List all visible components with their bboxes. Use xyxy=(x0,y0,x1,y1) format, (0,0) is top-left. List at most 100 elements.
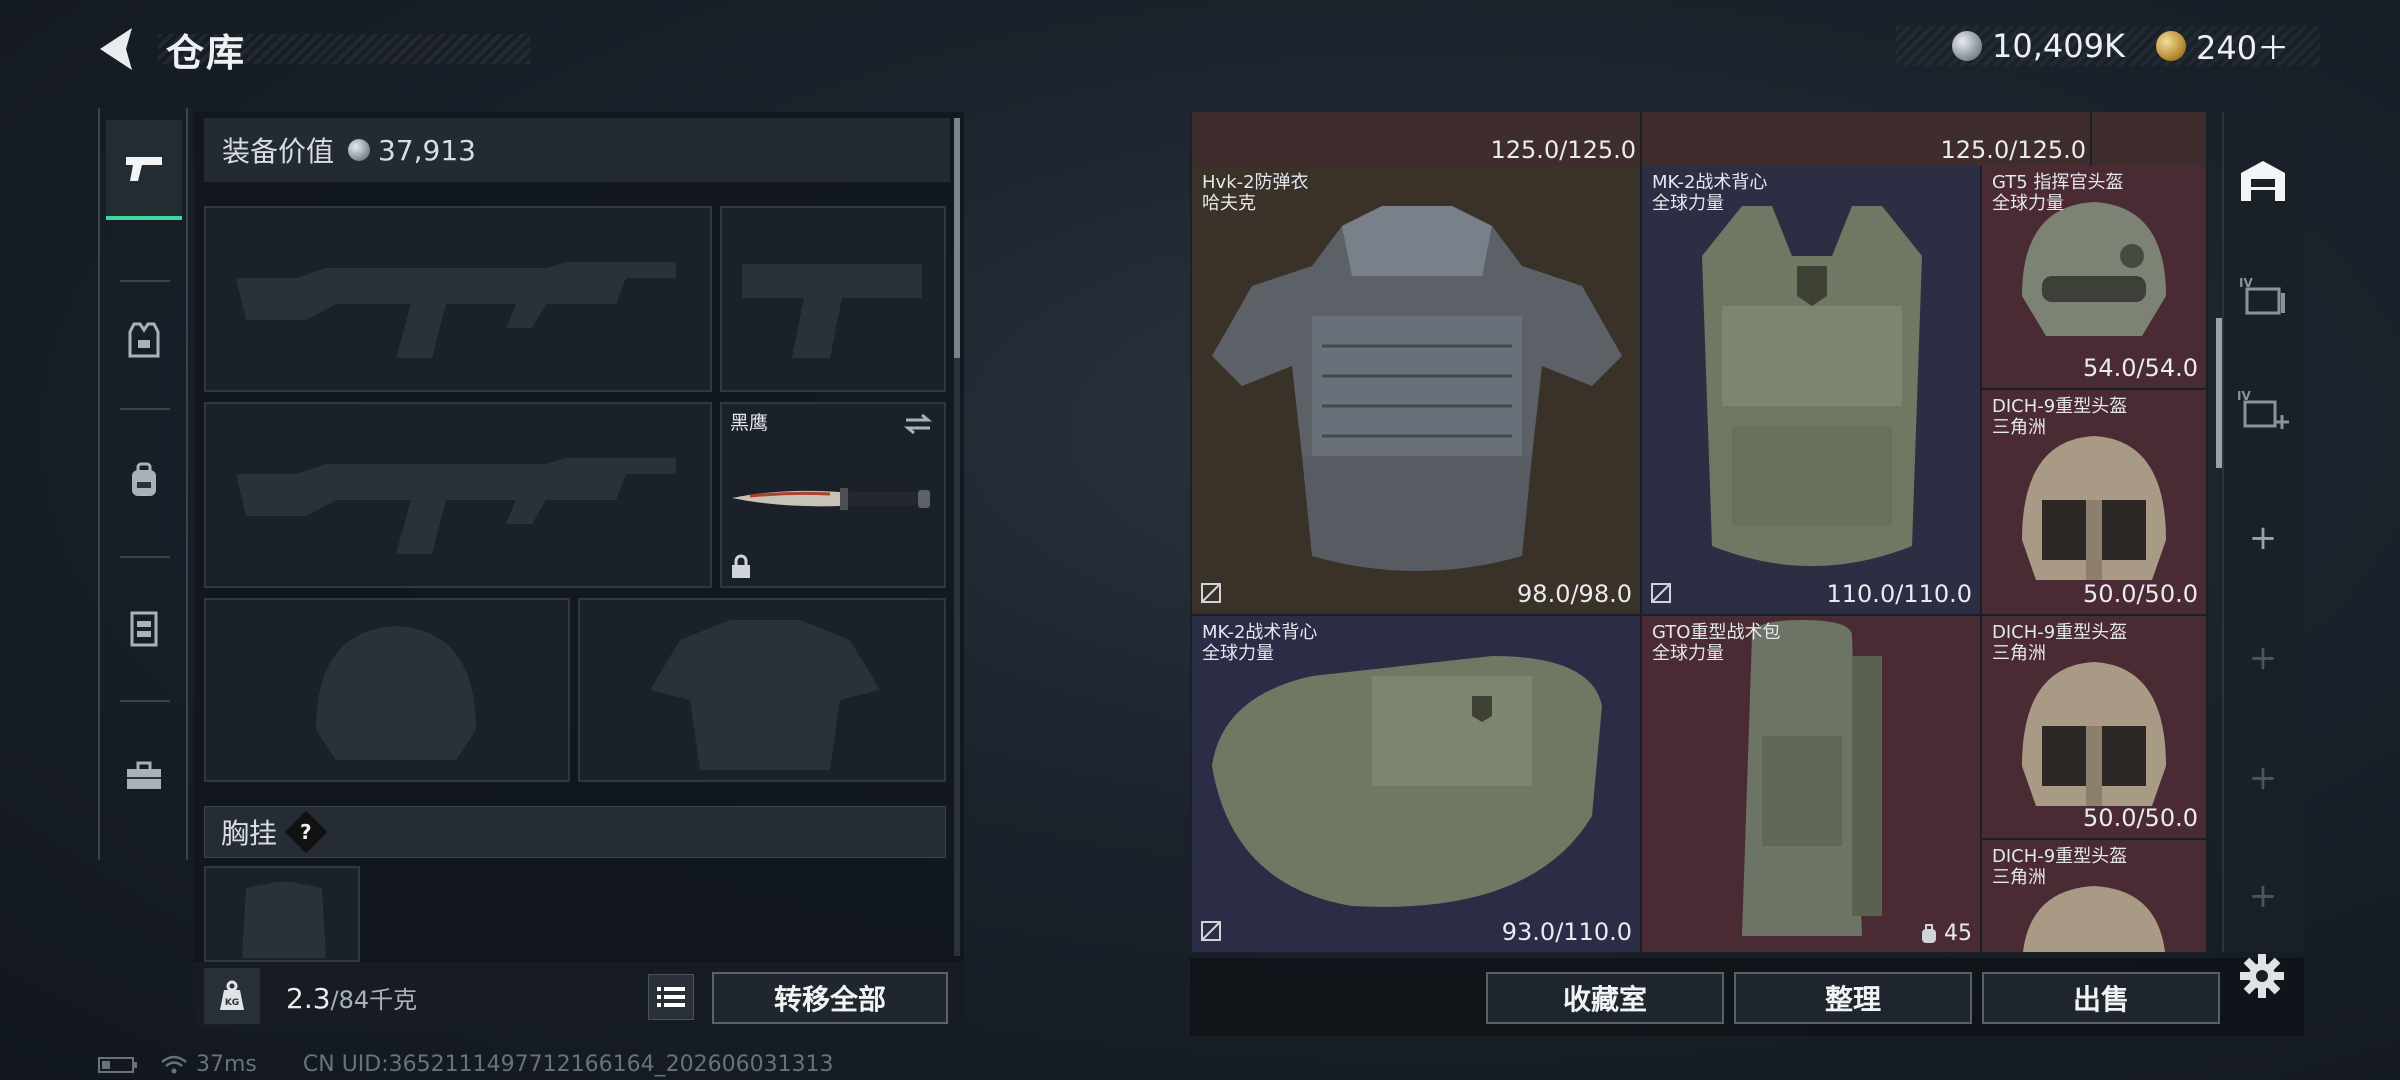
list-icon xyxy=(657,987,685,1007)
backpack-image xyxy=(1742,620,1882,936)
warehouse-icon xyxy=(2241,161,2285,201)
tab-chest-rig[interactable] xyxy=(106,578,182,678)
tab-toolbox[interactable] xyxy=(106,726,182,826)
storage-item-gto-backpack[interactable]: GTO重型战术包 全球力量 45 xyxy=(1642,616,1980,952)
gold-coin-icon xyxy=(2156,31,2186,61)
storage-expansion-tab[interactable]: IV xyxy=(2222,246,2304,346)
weight-max: /84千克 xyxy=(330,986,418,1014)
silver-currency[interactable]: 10,409K xyxy=(1952,26,2125,66)
user-uid: CN UID:3652111497712166164_202606031313 xyxy=(302,1052,834,1077)
backpack-capacity-icon xyxy=(1922,923,1936,943)
organize-button[interactable]: 整理 xyxy=(1734,972,1972,1024)
storage-item-mk2-vest[interactable]: MK-2战术背心 全球力量 110.0/110.0 xyxy=(1642,166,1980,614)
capacity: 45 xyxy=(1920,921,1972,946)
item-name: DICH-9重型头盔 xyxy=(1992,396,2128,417)
no-insurance-icon xyxy=(1651,583,1671,603)
storage-item-gt5-helmet[interactable]: GT5 指挥官头盔 全球力量 54.0/54.0 xyxy=(1982,166,2206,388)
toolbox-icon xyxy=(127,761,161,789)
tab-armor[interactable] xyxy=(106,290,182,390)
equipment-value-bar: 装备价值 37,913 xyxy=(204,118,950,182)
swap-icon[interactable] xyxy=(902,412,934,436)
plus-icon: + xyxy=(2248,758,2278,798)
storage-cell-top-3[interactable] xyxy=(2092,112,2206,166)
storage-case-icon: IV xyxy=(2239,276,2285,315)
durability: 50.0/50.0 xyxy=(2083,580,2198,608)
wifi-icon xyxy=(161,1055,187,1073)
silver-coin-icon xyxy=(1952,31,1982,61)
sell-button[interactable]: 出售 xyxy=(1982,972,2220,1024)
tab-weapons[interactable] xyxy=(106,120,182,220)
battery-icon xyxy=(98,1056,137,1073)
pistol-icon xyxy=(126,157,162,181)
item-name: DICH-9重型头盔 xyxy=(1992,846,2128,867)
vest-icon xyxy=(128,322,160,358)
silver-coin-icon xyxy=(348,139,371,161)
knife-icon xyxy=(732,488,930,510)
tab-backpack[interactable] xyxy=(106,430,182,530)
transfer-all-button[interactable]: 转移全部 xyxy=(712,972,948,1024)
tactical-vest-image xyxy=(1702,206,1922,566)
melee-name: 黑鹰 xyxy=(730,412,769,434)
add-slot-button[interactable]: + xyxy=(2222,728,2304,828)
settings-button[interactable] xyxy=(2238,952,2286,1000)
item-name: GT5 指挥官头盔 xyxy=(1992,172,2124,193)
storage-main-tab[interactable] xyxy=(2222,130,2304,230)
sidearm-slot[interactable] xyxy=(720,206,946,392)
lock-icon xyxy=(732,554,750,578)
loadout-scroll-thumb[interactable] xyxy=(954,118,960,358)
durability: 125.0/125.0 xyxy=(1490,136,1637,164)
primary-weapon-slot[interactable] xyxy=(204,206,712,392)
durability: 110.0/110.0 xyxy=(1826,580,1973,608)
storage-cell-top-2[interactable]: 125.0/125.0 xyxy=(1642,112,2090,166)
rifle-silhouette-icon xyxy=(236,262,676,358)
melee-slot[interactable]: 黑鹰 xyxy=(720,402,946,588)
chest-rig-slot[interactable] xyxy=(204,866,360,962)
secondary-weapon-slot[interactable] xyxy=(204,402,712,588)
add-slot-button[interactable]: + xyxy=(2222,488,2304,588)
item-name: MK-2战术背心 xyxy=(1202,622,1318,643)
list-view-button[interactable] xyxy=(648,974,694,1020)
plus-icon: + xyxy=(2248,518,2278,558)
help-icon[interactable]: ? xyxy=(284,810,328,854)
item-name: GTO重型战术包 xyxy=(1652,622,1781,643)
add-slot-button[interactable]: + xyxy=(2222,848,2304,944)
svg-text:KG: KG xyxy=(225,998,239,1008)
collection-room-button[interactable]: 收藏室 xyxy=(1486,972,1724,1024)
back-button[interactable] xyxy=(96,24,142,74)
helmet-slot[interactable] xyxy=(204,598,570,782)
item-name: MK-2战术背心 xyxy=(1652,172,1768,193)
plus-icon: + xyxy=(2248,876,2278,916)
rifle-silhouette-icon xyxy=(236,458,676,554)
storage-item-dich9-helmet[interactable]: DICH-9重型头盔 三角洲 50.0/50.0 xyxy=(1982,390,2206,614)
chest-rig-label: 胸挂 xyxy=(221,817,278,850)
storage-add-case-tab[interactable]: IV xyxy=(2222,360,2304,460)
body-armor-image xyxy=(1212,206,1622,571)
equipment-value: 37,913 xyxy=(378,133,476,167)
item-brand: 三角洲 xyxy=(1992,417,2046,438)
storage-item-hvk2-armor[interactable]: Hvk-2防弹衣 哈夫克 98.0/98.0 xyxy=(1192,166,1640,614)
add-slot-button[interactable]: + xyxy=(2222,608,2304,708)
gold-currency[interactable]: 240＋ xyxy=(2156,26,2290,67)
gold-amount: 240＋ xyxy=(2196,29,2290,67)
storage-item-dich9-helmet-3[interactable]: DICH-9重型头盔 三角洲 xyxy=(1982,840,2206,952)
item-brand: 哈夫克 xyxy=(1202,193,1256,214)
storage-cell-top-1[interactable]: 125.0/125.0 xyxy=(1192,112,1640,166)
storage-item-dich9-helmet-2[interactable]: DICH-9重型头盔 三角洲 50.0/50.0 xyxy=(1982,616,2206,838)
equipment-value-label: 装备价值 xyxy=(222,135,335,168)
status-bar: 37ms CN UID:3652111497712166164_20260603… xyxy=(98,1052,834,1077)
armor-slot[interactable] xyxy=(578,598,946,782)
durability: 125.0/125.0 xyxy=(1940,136,2087,164)
no-insurance-icon xyxy=(1201,921,1221,941)
pistol-silhouette-icon xyxy=(742,264,922,358)
helmet-silhouette-icon xyxy=(316,626,476,760)
chest-rig-header: 胸挂 ? xyxy=(204,806,946,858)
ping: 37ms xyxy=(196,1052,257,1077)
chest-rig-silhouette-icon xyxy=(242,882,326,958)
item-brand: 全球力量 xyxy=(1202,643,1274,664)
item-brand: 全球力量 xyxy=(1652,193,1724,214)
storage-item-mk2-vest-2[interactable]: MK-2战术背心 全球力量 93.0/110.0 xyxy=(1192,616,1640,952)
silver-amount: 10,409K xyxy=(1992,27,2125,65)
add-case-icon: IV xyxy=(2237,389,2289,429)
weight-current: 2.3 xyxy=(286,982,331,1015)
durability: 98.0/98.0 xyxy=(1517,580,1632,608)
